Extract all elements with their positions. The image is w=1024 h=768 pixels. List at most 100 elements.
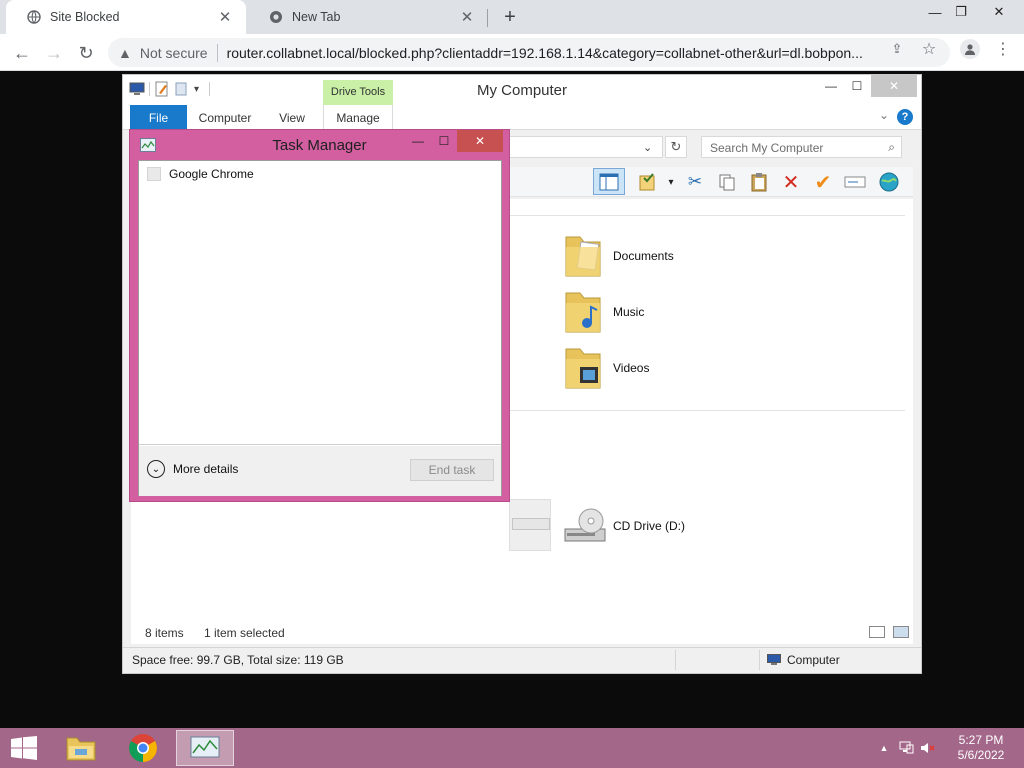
back-icon[interactable]: ←: [9, 40, 35, 66]
list-item[interactable]: Documents: [563, 231, 674, 281]
tab-close-icon[interactable]: ✕: [216, 8, 234, 26]
system-tray: ▲ 5:27 PM 5/6/2022: [864, 728, 1024, 768]
window-title: My Computer: [476, 82, 568, 99]
item-count: 8 items: [145, 626, 184, 640]
list-item[interactable]: CD Drive (D:): [563, 501, 685, 551]
task-manager-titlebar[interactable]: Task Manager — ☐ ✕: [130, 130, 509, 160]
address-dropdown-icon[interactable]: ⌄: [643, 141, 652, 154]
paste-icon[interactable]: [747, 171, 771, 193]
location-label: Computer: [787, 653, 840, 667]
close-icon[interactable]: ✕: [457, 130, 503, 152]
tab-close-icon[interactable]: ✕: [458, 8, 476, 26]
omnibox-divider: [216, 43, 218, 62]
details-view-icon[interactable]: [869, 626, 885, 638]
help-icon[interactable]: ?: [897, 109, 913, 125]
list-item[interactable]: Google Chrome: [147, 167, 254, 181]
drive-progress: [512, 518, 550, 530]
close-icon[interactable]: ✕: [871, 75, 917, 97]
search-input[interactable]: Search My Computer ⌕: [701, 136, 902, 158]
location-indicator: Computer: [767, 653, 840, 667]
maximize-icon[interactable]: ☐: [430, 130, 458, 152]
checkmark-icon[interactable]: ✔: [811, 171, 835, 194]
properties-checklist-icon[interactable]: [635, 171, 659, 193]
large-icons-view-icon[interactable]: [893, 626, 909, 638]
preview-pane-icon[interactable]: [593, 168, 625, 195]
rename-icon[interactable]: [843, 171, 867, 193]
details-bar: Space free: 99.7 GB, Total size: 119 GB …: [123, 647, 921, 671]
menu-kebab-icon[interactable]: ⋮: [994, 40, 1012, 58]
search-icon: ⌕: [888, 140, 895, 154]
refresh-icon[interactable]: ↻: [665, 136, 687, 158]
process-name: Google Chrome: [169, 167, 254, 181]
tab-title: Site Blocked: [50, 10, 120, 24]
globe-icon: [26, 9, 42, 25]
task-manager-body: Google Chrome ⌄ More details End task: [138, 160, 502, 496]
dropdown-icon[interactable]: ▾: [659, 171, 683, 193]
show-hidden-icons-icon[interactable]: ▲: [876, 740, 892, 756]
clock-date: 5/6/2022: [957, 748, 1005, 762]
chrome-favicon-icon: [268, 9, 284, 25]
volume-muted-icon[interactable]: [920, 740, 936, 756]
browser-toolbar: ← → ↻ ▲ Not secure router.collabnet.loca…: [0, 34, 1024, 71]
selection-count: 1 item selected: [204, 626, 285, 640]
end-task-button[interactable]: End task: [410, 459, 494, 481]
maximize-icon[interactable]: ☐: [843, 75, 871, 97]
tab-view[interactable]: View: [269, 105, 315, 130]
list-item[interactable]: Videos: [563, 343, 649, 393]
minimize-icon[interactable]: —: [404, 130, 432, 152]
search-placeholder: Search My Computer: [710, 141, 824, 155]
documents-folder-icon: [563, 233, 603, 279]
browser-tabstrip: Site Blocked ✕ New Tab ✕ + — ❐ ✕: [0, 0, 1024, 34]
task-manager-window: Task Manager — ☐ ✕ Google Chrome ⌄ More …: [129, 129, 510, 502]
tab-site-blocked[interactable]: Site Blocked ✕: [6, 0, 246, 34]
new-tab-button[interactable]: +: [498, 5, 522, 29]
music-folder-icon: [563, 289, 603, 335]
forward-icon[interactable]: →: [41, 40, 67, 66]
share-icon[interactable]: ⇪: [888, 40, 906, 58]
clock-time: 5:27 PM: [958, 733, 1004, 747]
reload-icon[interactable]: ↻: [73, 40, 99, 66]
item-label: Music: [613, 305, 645, 319]
tab-manage[interactable]: Manage: [323, 105, 393, 130]
ribbon-tabs: File Computer View Manage ⌄ ?: [123, 105, 921, 130]
delete-icon[interactable]: ✕: [779, 171, 803, 194]
explorer-address-box[interactable]: [509, 136, 663, 158]
chrome-icon[interactable]: [114, 730, 172, 766]
explorer-titlebar[interactable]: ▾ Drive Tools My Computer — ☐ ✕: [123, 75, 921, 105]
tab-divider: [487, 9, 488, 27]
clock[interactable]: 5:27 PM 5/6/2022: [946, 733, 1016, 763]
minimize-icon[interactable]: —: [817, 75, 845, 97]
security-label: Not secure: [139, 44, 208, 61]
task-manager-icon[interactable]: [176, 730, 234, 766]
space-info: Space free: 99.7 GB, Total size: 119 GB: [132, 653, 344, 667]
start-button[interactable]: [0, 728, 48, 768]
url-text: router.collabnet.local/blocked.php?clien…: [226, 44, 863, 61]
videos-folder-icon: [563, 345, 603, 391]
computer-icon: [767, 654, 781, 665]
close-icon[interactable]: ✕: [984, 0, 1014, 24]
warning-icon: ▲: [118, 44, 132, 61]
drive-capacity-bar: [509, 499, 551, 551]
status-divider: [675, 650, 676, 670]
list-item[interactable]: Music: [563, 287, 644, 337]
tab-computer[interactable]: Computer: [193, 105, 257, 130]
process-list: Google Chrome: [139, 161, 501, 445]
tab-file[interactable]: File: [130, 105, 187, 130]
status-bar: 8 items 1 item selected: [131, 622, 913, 644]
bookmark-star-icon[interactable]: ☆: [920, 40, 938, 58]
copy-icon[interactable]: [715, 171, 739, 193]
more-details-button[interactable]: ⌄ More details: [147, 460, 238, 478]
ribbon-expand-icon[interactable]: ⌄: [879, 108, 889, 122]
address-bar[interactable]: ▲ Not secure router.collabnet.local/bloc…: [108, 38, 950, 67]
cut-icon[interactable]: ✂: [683, 171, 707, 193]
cd-drive-icon: [563, 503, 606, 549]
status-divider: [759, 650, 760, 670]
task-manager-footer: ⌄ More details End task: [139, 446, 501, 496]
tab-new-tab[interactable]: New Tab ✕: [248, 0, 488, 34]
restore-icon[interactable]: ❐: [946, 0, 976, 24]
profile-avatar-icon[interactable]: [960, 39, 980, 59]
more-details-label: More details: [173, 462, 239, 476]
globe-network-icon[interactable]: [877, 171, 901, 193]
network-icon[interactable]: [898, 740, 914, 756]
file-explorer-icon[interactable]: [52, 730, 110, 766]
